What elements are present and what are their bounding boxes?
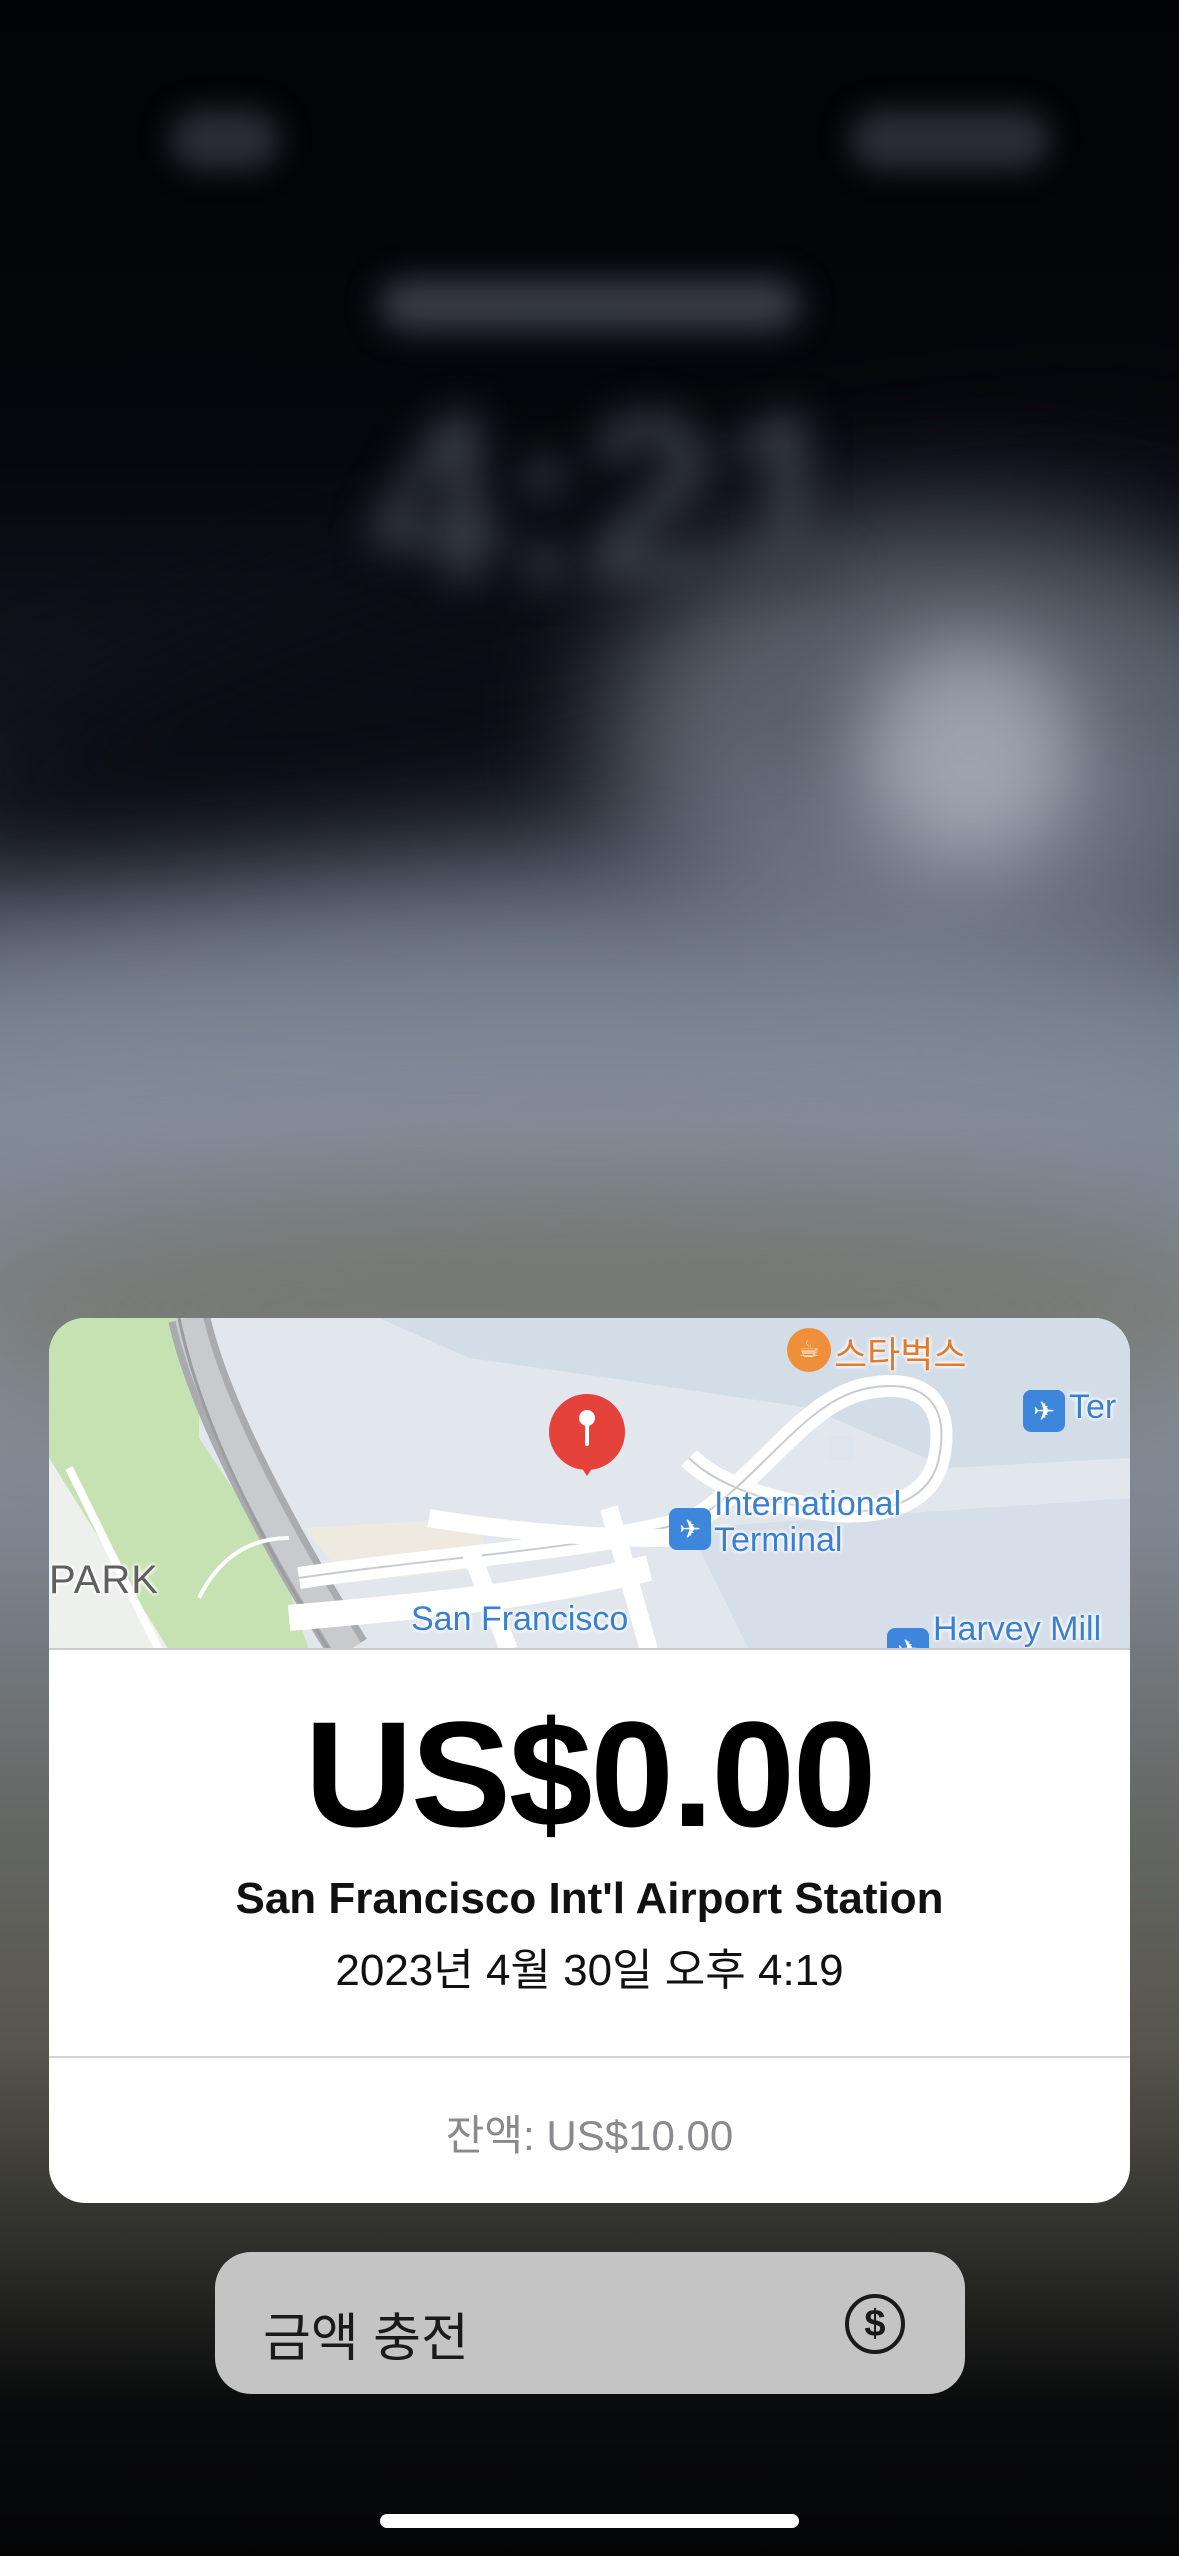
airport-icon: ✈ — [669, 1508, 711, 1550]
map-label-san-francisco: San Francisco — [411, 1600, 629, 1638]
fare-amount: US$0.00 — [304, 1690, 877, 1858]
airport-icon: ✈ — [887, 1628, 929, 1650]
transit-transaction-card[interactable]: ☕ 스타벅스 ✈ Ter ✈ International Terminal Sa… — [49, 1318, 1130, 2203]
transaction-datetime: 2023년 4월 30일 오후 4:19 — [335, 1946, 844, 1995]
dollar-circle-icon: $ — [845, 2294, 905, 2354]
airport-icon: ✈ — [1023, 1390, 1065, 1432]
home-indicator[interactable] — [380, 2514, 799, 2528]
station-name: San Francisco Int'l Airport Station — [235, 1874, 944, 1923]
divider — [49, 2056, 1130, 2058]
add-money-label: 금액 충전 — [263, 2310, 469, 2368]
map-view[interactable]: ☕ 스타벅스 ✈ Ter ✈ International Terminal Sa… — [49, 1318, 1130, 1650]
coffee-icon: ☕ — [787, 1328, 831, 1372]
map-label-starbucks: 스타벅스 — [834, 1334, 967, 1375]
map-label-international-terminal: International Terminal — [714, 1485, 902, 1559]
location-pin-icon — [549, 1394, 625, 1476]
map-label-park: PARK — [49, 1558, 159, 1602]
map-label-harvey-mill: Harvey Mill — [933, 1610, 1102, 1648]
add-money-button[interactable]: 금액 충전 $ — [215, 2252, 965, 2394]
card-balance: 잔액: US$10.00 — [445, 2112, 734, 2159]
map-label-terminal: Ter — [1069, 1388, 1117, 1426]
